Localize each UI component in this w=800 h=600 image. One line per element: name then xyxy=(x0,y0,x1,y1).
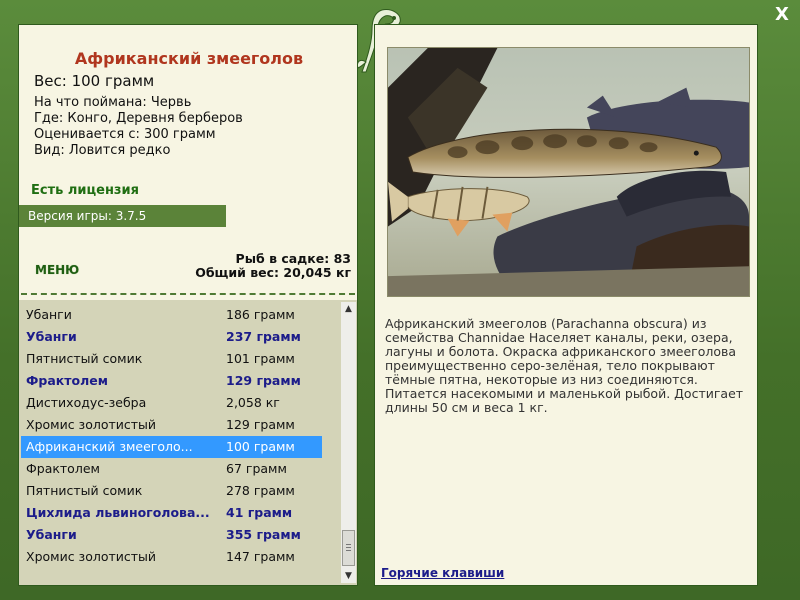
list-item-name: Цихлида львиноголова... xyxy=(26,505,210,520)
list-item-name: Хромис золотистый xyxy=(26,549,157,564)
list-item[interactable]: Африканский змееголо... 100 грамм xyxy=(21,436,322,458)
list-item[interactable]: Дистиходус-зебра 2,058 кг xyxy=(21,392,322,414)
fish-bait: На что поймана: Червь xyxy=(34,95,192,110)
divider xyxy=(21,293,355,295)
list-item[interactable]: Убанги 237 грамм xyxy=(21,326,322,348)
list-item-weight: 67 грамм xyxy=(226,461,287,476)
list-item[interactable]: Убанги 355 грамм xyxy=(21,524,322,546)
fish-description: Африканский змееголов (Parachanna obscur… xyxy=(385,316,744,415)
list-item-name: Фрактолем xyxy=(26,373,108,388)
list-item-weight: 278 грамм xyxy=(226,483,295,498)
list-item-weight: 147 грамм xyxy=(226,549,295,564)
list-item[interactable]: Убанги 186 грамм xyxy=(21,304,322,326)
scroll-down-arrow-icon[interactable]: ▼ xyxy=(341,569,356,583)
list-item-name: Пятнистый сомик xyxy=(26,483,143,498)
list-item[interactable]: Фрактолем 129 грамм xyxy=(21,370,322,392)
list-item[interactable]: Пятнистый сомик 101 грамм xyxy=(21,348,322,370)
scroll-up-arrow-icon[interactable]: ▲ xyxy=(341,302,356,316)
list-item-weight: 129 грамм xyxy=(226,417,295,432)
fish-kind: Вид: Ловится редко xyxy=(34,143,171,158)
fish-description-panel: Африканский змееголов (Parachanna obscur… xyxy=(374,24,758,586)
fish-weight: Вес: 100 грамм xyxy=(34,72,155,90)
list-item[interactable]: Хромис золотистый 129 грамм xyxy=(21,414,322,436)
hotkeys-link[interactable]: Горячие клавиши xyxy=(381,566,504,580)
fish-location: Где: Конго, Деревня берберов xyxy=(34,111,243,126)
list-item[interactable]: Цихлида львиноголова... 41 грамм xyxy=(21,502,322,524)
list-item-name: Хромис золотистый xyxy=(26,417,157,432)
list-item-weight: 355 грамм xyxy=(226,527,301,542)
close-button[interactable]: X xyxy=(770,4,794,26)
fish-info-panel: Африканский змееголов Вес: 100 грамм На … xyxy=(18,24,358,586)
list-item[interactable]: Пятнистый сомик 278 грамм xyxy=(21,480,322,502)
list-item-name: Убанги xyxy=(26,307,72,322)
list-item-weight: 41 грамм xyxy=(226,505,293,520)
total-weight: Общий вес: 20,045 кг xyxy=(195,265,351,280)
catch-stats: Рыб в садке: 83 Общий вес: 20,045 кг xyxy=(195,252,351,280)
list-item-weight: 186 грамм xyxy=(226,307,295,322)
fish-count: Рыб в садке: 83 xyxy=(235,251,351,266)
fish-value: Оценивается с: 300 грамм xyxy=(34,127,216,142)
list-item-name: Дистиходус-зебра xyxy=(26,395,147,410)
catch-list[interactable]: Убанги 186 грамм Убанги 237 грамм Пятнистый … xyxy=(19,300,357,585)
list-item-name: Африканский змееголо... xyxy=(26,439,193,454)
list-item-weight: 237 грамм xyxy=(226,329,301,344)
fish-photo xyxy=(387,47,750,297)
list-item[interactable]: Хромис золотистый 147 грамм xyxy=(21,546,322,568)
scroll-thumb[interactable] xyxy=(342,530,355,566)
list-item-weight: 2,058 кг xyxy=(226,395,280,410)
list-item-name: Фрактолем xyxy=(26,461,100,476)
list-item-weight: 100 грамм xyxy=(226,439,295,454)
list-item[interactable]: Фрактолем 67 грамм xyxy=(21,458,322,480)
fish-details: На что поймана: Червь Где: Конго, Деревн… xyxy=(34,95,243,159)
list-item-weight: 101 грамм xyxy=(226,351,295,366)
list-item-name: Пятнистый сомик xyxy=(26,351,143,366)
list-item-name: Убанги xyxy=(26,527,77,542)
version-label: Версия игры: 3.7.5 xyxy=(19,205,226,227)
list-scrollbar[interactable]: ▲ ▼ xyxy=(341,302,356,583)
menu-button[interactable]: МЕНЮ xyxy=(35,263,79,277)
list-item-name: Убанги xyxy=(26,329,77,344)
license-status: Есть лицензия xyxy=(31,183,139,198)
list-item-weight: 129 грамм xyxy=(226,373,301,388)
fish-title: Африканский змееголов xyxy=(74,49,304,68)
